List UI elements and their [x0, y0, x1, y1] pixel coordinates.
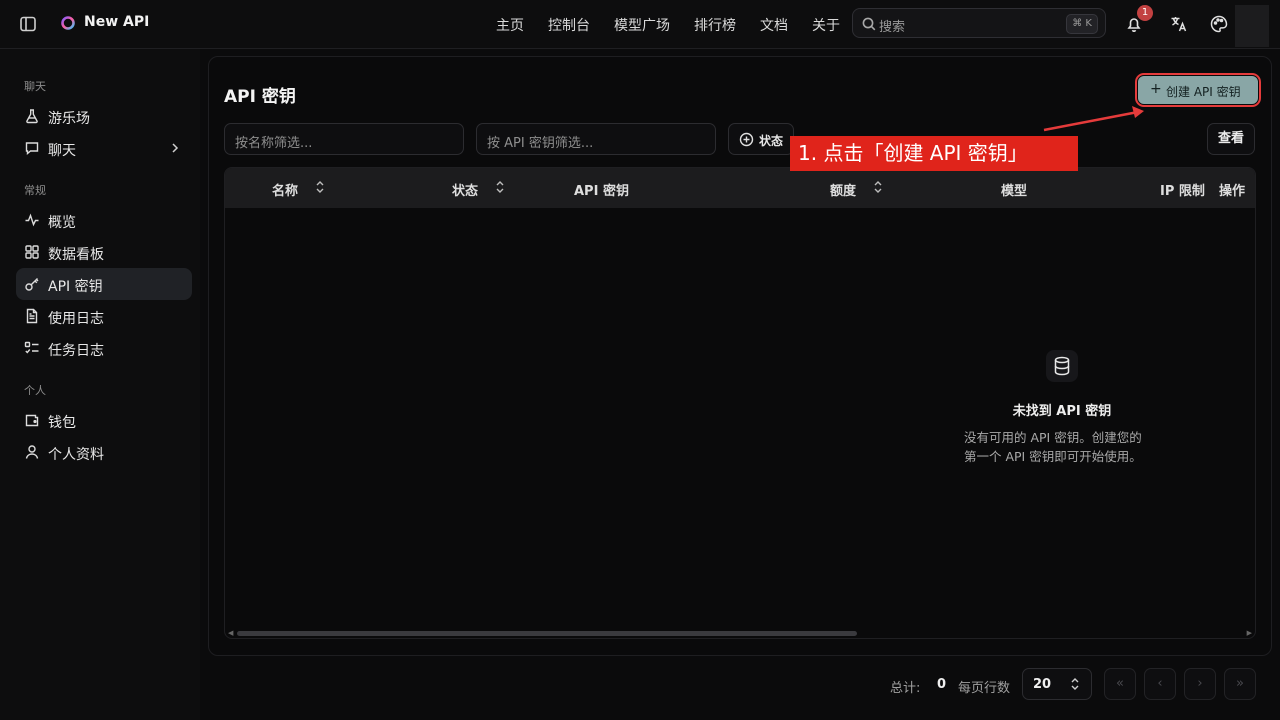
list-check-icon — [24, 340, 40, 356]
top-bar: New API 主页 控制台 模型广场 排行榜 文档 关于 搜索 ⌘ K 1 — [0, 0, 1280, 49]
next-page-button[interactable]: › — [1184, 668, 1216, 700]
view-button[interactable]: 查看 — [1207, 123, 1255, 155]
sidebar-item-wallet[interactable]: 钱包 — [16, 404, 192, 436]
key-icon — [24, 276, 40, 292]
total-label: 总计: — [890, 681, 921, 696]
column-ip-limit: IP 限制 — [1160, 184, 1205, 199]
table-header: 名称 状态 API 密钥 额度 模型 IP 限制 操作 — [225, 168, 1255, 208]
sidebar-item-label: 数据看板 — [48, 247, 104, 263]
horizontal-scrollbar[interactable] — [237, 631, 857, 636]
logo-icon — [60, 15, 76, 31]
create-api-key-label: 创建 API 密钥 — [1166, 85, 1241, 99]
sidebar-item-playground[interactable]: 游乐场 — [16, 100, 192, 132]
status-filter-button[interactable]: 状态 — [728, 123, 794, 155]
nav-docs[interactable]: 文档 — [760, 15, 788, 35]
column-status[interactable]: 状态 — [452, 180, 504, 199]
avatar[interactable] — [1235, 5, 1269, 47]
empty-state-title: 未找到 API 密钥 — [1012, 404, 1112, 419]
sidebar-item-label: 游乐场 — [48, 111, 90, 127]
wallet-icon — [24, 412, 40, 428]
plus-icon: + — [1150, 81, 1162, 97]
column-quota[interactable]: 额度 — [830, 180, 882, 199]
sidebar-section-general: 常规 — [24, 184, 46, 197]
sidebar-item-api-keys[interactable]: API 密钥 — [16, 268, 192, 300]
flask-icon — [24, 108, 40, 124]
filter-name-input[interactable]: 按名称筛选... — [224, 123, 464, 155]
file-text-icon — [24, 308, 40, 324]
first-page-button[interactable]: « — [1104, 668, 1136, 700]
dashboard-icon — [24, 244, 40, 260]
previous-page-button[interactable]: ‹ — [1144, 668, 1176, 700]
sidebar-item-label: 个人资料 — [48, 447, 104, 463]
sidebar-item-overview[interactable]: 概览 — [16, 204, 192, 236]
scroll-left-arrow[interactable]: ◀ — [228, 629, 233, 637]
column-models: 模型 — [1001, 184, 1028, 199]
sort-icon[interactable] — [872, 180, 884, 194]
activity-icon — [24, 212, 40, 228]
sidebar-item-label: 使用日志 — [48, 311, 104, 327]
page-size-value: 20 — [1033, 677, 1052, 692]
nav-ranking[interactable]: 排行榜 — [694, 15, 736, 35]
sidebar-item-label: 任务日志 — [48, 343, 104, 359]
page-title: API 密钥 — [224, 87, 296, 107]
total-count: 0 — [937, 677, 947, 692]
nav-home[interactable]: 主页 — [496, 15, 524, 35]
filter-key-placeholder: 按 API 密钥筛选... — [487, 136, 594, 151]
scroll-right-arrow[interactable]: ▶ — [1247, 629, 1252, 637]
database-icon — [1046, 350, 1078, 382]
notification-badge: 1 — [1137, 5, 1153, 21]
column-name[interactable]: 名称 — [272, 180, 324, 199]
sidebar-item-task-logs[interactable]: 任务日志 — [16, 332, 192, 364]
sidebar-section-personal: 个人 — [24, 384, 46, 397]
column-actions: 操作 — [1219, 184, 1246, 199]
sidebar-item-dashboard[interactable]: 数据看板 — [16, 236, 192, 268]
sidebar-toggle-icon[interactable] — [18, 14, 38, 34]
column-api-key: API 密钥 — [574, 184, 629, 199]
status-filter-label: 状态 — [759, 134, 784, 148]
nav-about[interactable]: 关于 — [812, 15, 840, 35]
search-placeholder: 搜索 — [879, 20, 906, 35]
nav-console[interactable]: 控制台 — [548, 15, 590, 35]
chevron-up-down-icon — [1069, 677, 1081, 691]
plus-circle-icon — [739, 132, 754, 147]
sidebar-item-label: 概览 — [48, 215, 76, 231]
page-size-select[interactable]: 20 — [1022, 668, 1092, 700]
user-icon — [24, 444, 40, 460]
sidebar-item-usage-logs[interactable]: 使用日志 — [16, 300, 192, 332]
search-shortcut: ⌘ K — [1066, 14, 1098, 34]
sidebar-item-chat[interactable]: 聊天 — [16, 132, 192, 164]
sidebar-section-chat: 聊天 — [24, 80, 46, 93]
filter-name-placeholder: 按名称筛选... — [235, 136, 313, 151]
api-keys-table: 名称 状态 API 密钥 额度 模型 IP 限制 操作 未找到 API 密钥 没… — [224, 167, 1256, 639]
rows-per-page-label: 每页行数 — [958, 681, 1011, 696]
chevron-right-icon — [168, 141, 182, 155]
sidebar-item-label: 聊天 — [48, 143, 76, 159]
app-title[interactable]: New API — [84, 14, 149, 30]
palette-icon[interactable] — [1209, 14, 1229, 34]
search-icon — [861, 16, 877, 32]
chat-icon — [24, 140, 40, 156]
sort-icon[interactable] — [314, 180, 326, 194]
search-input[interactable]: 搜索 ⌘ K — [852, 8, 1106, 38]
filter-key-input[interactable]: 按 API 密钥筛选... — [476, 123, 716, 155]
sidebar-item-profile[interactable]: 个人资料 — [16, 436, 192, 468]
sort-icon[interactable] — [494, 180, 506, 194]
last-page-button[interactable]: » — [1224, 668, 1256, 700]
sidebar-item-label: API 密钥 — [48, 279, 103, 295]
tutorial-callout: 1. 点击「创建 API 密钥」 — [790, 136, 1078, 171]
translate-icon[interactable] — [1169, 14, 1189, 34]
sidebar-item-label: 钱包 — [48, 415, 76, 431]
empty-state-description: 没有可用的 API 密钥。创建您的 第一个 API 密钥即可开始使用。 — [964, 430, 1142, 464]
nav-model-square[interactable]: 模型广场 — [614, 15, 670, 35]
